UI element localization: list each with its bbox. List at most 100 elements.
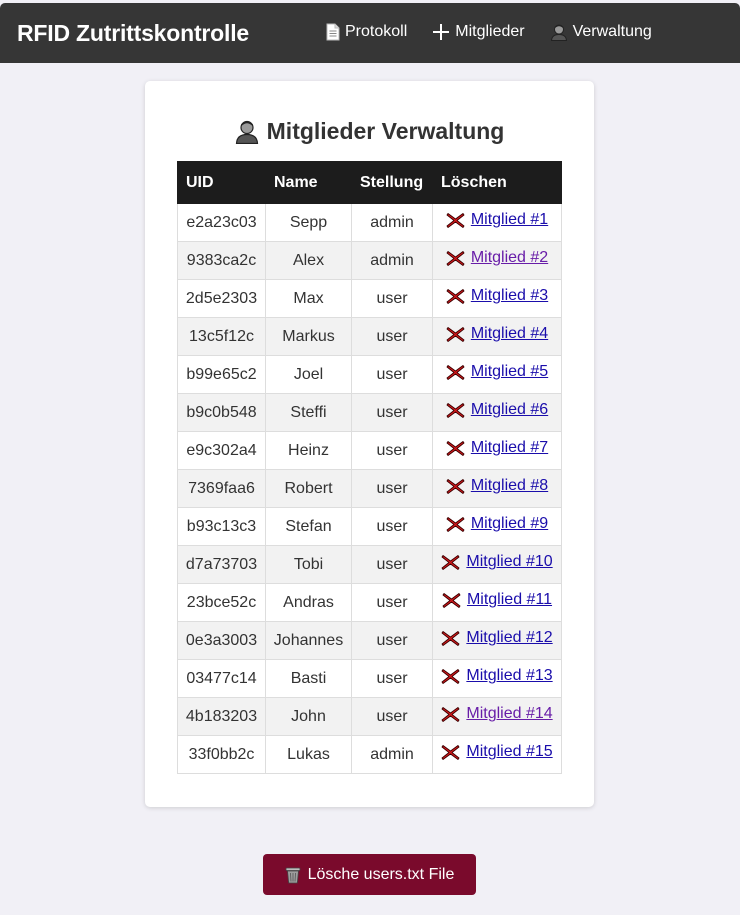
- table-row: 7369faa6 Robert user Mitglied #8: [177, 469, 562, 508]
- column-header-uid: UID: [177, 161, 266, 204]
- delete-member-link[interactable]: Mitglied #13: [441, 667, 553, 685]
- cell-stellung: user: [351, 431, 433, 470]
- table-row: b9c0b548 Steffi user Mitglied #6: [177, 393, 562, 432]
- delete-member-label: Mitglied #1: [470, 211, 549, 229]
- nav-link-label: Verwaltung: [572, 23, 652, 40]
- cell-stellung: user: [351, 393, 433, 432]
- cross-mark-icon: [442, 592, 461, 609]
- nav-link-label: Protokoll: [345, 23, 408, 40]
- delete-users-file-button[interactable]: Lösche users.txt File: [263, 854, 476, 895]
- cross-mark-icon: [446, 516, 465, 533]
- delete-member-label: Mitglied #5: [470, 363, 549, 381]
- delete-member-link[interactable]: Mitglied #5: [446, 363, 548, 381]
- delete-member-link[interactable]: Mitglied #3: [446, 287, 548, 305]
- cell-stellung: user: [351, 545, 433, 584]
- members-card: Mitglieder Verwaltung UID Name Stellung …: [145, 81, 594, 807]
- cell-name: Johannes: [265, 621, 352, 660]
- cross-mark-icon: [441, 630, 460, 647]
- document-icon: [326, 23, 340, 41]
- cell-delete: Mitglied #4: [432, 317, 562, 356]
- delete-member-link[interactable]: Mitglied #2: [446, 249, 548, 267]
- page-title: Mitglieder Verwaltung: [145, 118, 594, 145]
- cell-uid: 13c5f12c: [177, 317, 266, 356]
- table-header-row: UID Name Stellung Löschen: [177, 161, 562, 204]
- table-row: b99e65c2 Joel user Mitglied #5: [177, 355, 562, 394]
- cell-name: Stefan: [265, 507, 352, 546]
- delete-users-file-label: Lösche users.txt File: [307, 865, 455, 883]
- cell-stellung: user: [351, 621, 433, 660]
- cell-name: Steffi: [265, 393, 352, 432]
- cell-uid: e2a23c03: [177, 203, 266, 242]
- table-row: 0e3a3003 Johannes user Mitglied #12: [177, 621, 562, 660]
- delete-member-link[interactable]: Mitglied #12: [441, 629, 553, 647]
- cell-uid: b9c0b548: [177, 393, 266, 432]
- delete-member-link[interactable]: Mitglied #8: [446, 477, 548, 495]
- cell-name: Robert: [265, 469, 352, 508]
- delete-member-link[interactable]: Mitglied #4: [446, 325, 548, 343]
- cell-stellung: user: [351, 583, 433, 622]
- plus-icon: [432, 23, 450, 41]
- delete-member-link[interactable]: Mitglied #9: [446, 515, 548, 533]
- cell-stellung: admin: [351, 241, 433, 280]
- cell-name: Heinz: [265, 431, 352, 470]
- cross-mark-icon: [441, 554, 460, 571]
- cross-mark-icon: [441, 706, 460, 723]
- cell-delete: Mitglied #11: [432, 583, 562, 622]
- delete-member-label: Mitglied #4: [470, 325, 549, 343]
- nav-link-verwaltung[interactable]: Verwaltung: [550, 23, 652, 41]
- delete-member-link[interactable]: Mitglied #14: [441, 705, 553, 723]
- delete-member-link[interactable]: Mitglied #1: [446, 211, 548, 229]
- table-row: b93c13c3 Stefan user Mitglied #9: [177, 507, 562, 546]
- table-row: d7a73703 Tobi user Mitglied #10: [177, 545, 562, 584]
- brand-title: RFID Zutrittskontrolle: [17, 20, 249, 46]
- delete-member-label: Mitglied #9: [470, 515, 549, 533]
- cell-uid: 0e3a3003: [177, 621, 266, 660]
- delete-member-link[interactable]: Mitglied #11: [442, 591, 552, 609]
- cell-delete: Mitglied #1: [432, 203, 562, 242]
- table-row: 9383ca2c Alex admin Mitglied #2: [177, 241, 562, 280]
- cell-uid: b99e65c2: [177, 355, 266, 394]
- cell-stellung: user: [351, 279, 433, 318]
- delete-member-link[interactable]: Mitglied #15: [441, 743, 553, 761]
- delete-member-label: Mitglied #8: [470, 477, 549, 495]
- cross-mark-icon: [446, 402, 465, 419]
- delete-member-link[interactable]: Mitglied #6: [446, 401, 548, 419]
- cell-stellung: user: [351, 469, 433, 508]
- cell-name: Joel: [265, 355, 352, 394]
- cell-delete: Mitglied #14: [432, 697, 562, 736]
- cell-name: Markus: [265, 317, 352, 356]
- trash-icon: [285, 866, 301, 884]
- cell-uid: b93c13c3: [177, 507, 266, 546]
- cell-stellung: user: [351, 355, 433, 394]
- delete-member-label: Mitglied #10: [466, 553, 553, 571]
- nav-link-label: Mitglieder: [455, 23, 525, 40]
- column-header-stellung: Stellung: [351, 161, 433, 204]
- cell-delete: Mitglied #7: [432, 431, 562, 470]
- cell-delete: Mitglied #15: [432, 735, 562, 774]
- delete-member-link[interactable]: Mitglied #10: [441, 553, 553, 571]
- column-header-loeschen: Löschen: [432, 161, 562, 204]
- table-row: 33f0bb2c Lukas admin Mitglied #15: [177, 735, 562, 774]
- cross-mark-icon: [446, 478, 465, 495]
- cell-delete: Mitglied #6: [432, 393, 562, 432]
- nav-link-protokoll[interactable]: Protokoll: [326, 23, 407, 41]
- top-navbar: RFID Zutrittskontrolle Protokoll Mitglie…: [0, 3, 740, 63]
- cell-name: Andras: [265, 583, 352, 622]
- cell-delete: Mitglied #3: [432, 279, 562, 318]
- cell-stellung: user: [351, 659, 433, 698]
- table-row: 13c5f12c Markus user Mitglied #4: [177, 317, 562, 356]
- cell-delete: Mitglied #13: [432, 659, 562, 698]
- page-title-text: Mitglieder Verwaltung: [266, 118, 505, 144]
- delete-member-link[interactable]: Mitglied #7: [446, 439, 548, 457]
- cell-delete: Mitglied #8: [432, 469, 562, 508]
- cell-uid: 7369faa6: [177, 469, 266, 508]
- cell-name: John: [265, 697, 352, 736]
- table-row: e9c302a4 Heinz user Mitglied #7: [177, 431, 562, 470]
- nav-link-mitglieder[interactable]: Mitglieder: [432, 23, 525, 41]
- cross-mark-icon: [446, 326, 465, 343]
- cell-stellung: admin: [351, 735, 433, 774]
- delete-member-label: Mitglied #2: [470, 249, 549, 267]
- cell-stellung: user: [351, 317, 433, 356]
- cell-name: Lukas: [265, 735, 352, 774]
- cell-name: Max: [265, 279, 352, 318]
